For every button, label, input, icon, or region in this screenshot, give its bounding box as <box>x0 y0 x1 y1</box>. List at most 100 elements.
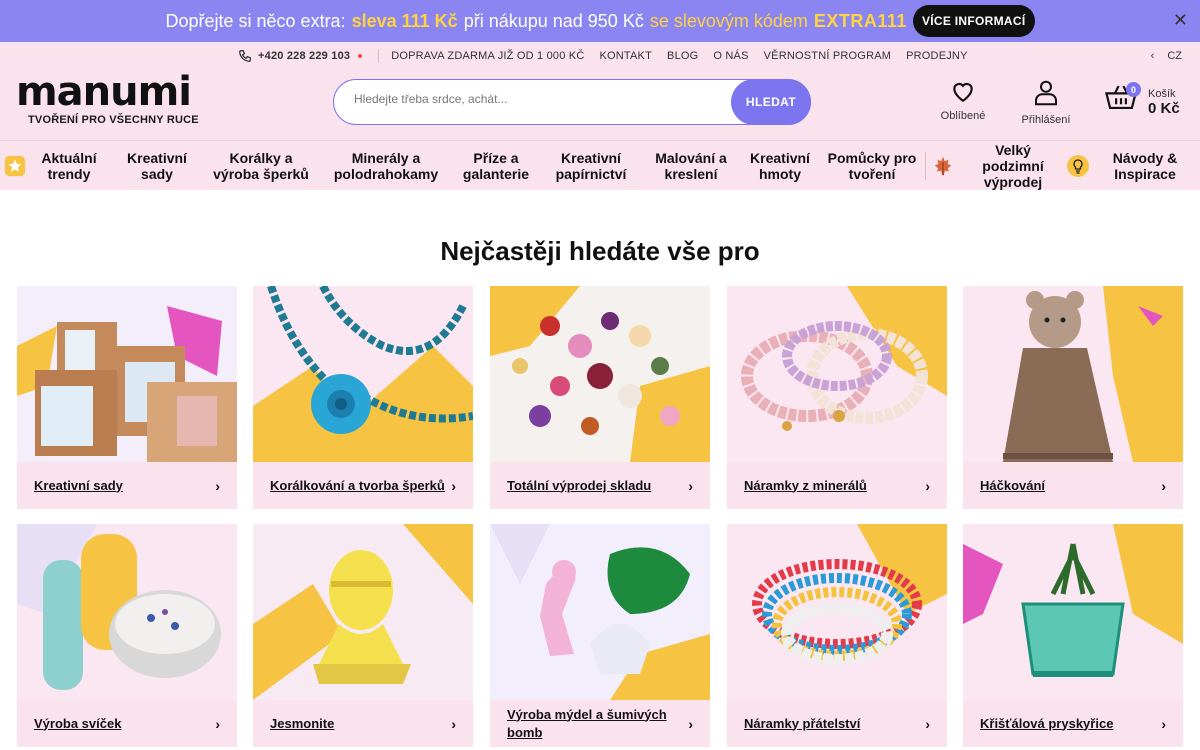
card-label: Kreativní sady <box>34 477 123 493</box>
cart-label: Košík <box>1148 88 1176 100</box>
category-modeling[interactable]: Kreativní hmoty <box>738 141 822 191</box>
search-bar: HLEDAT <box>333 79 811 125</box>
category-card[interactable]: Korálkování a tvorba šperků › <box>253 286 473 509</box>
phone-link[interactable]: +420 228 229 103 <box>238 49 350 63</box>
card-caption[interactable]: Háčkování › <box>963 462 1183 509</box>
status-dot <box>358 54 363 58</box>
soap-shapes-image <box>490 524 710 700</box>
promo-bar: Dopřejte si něco extra: sleva 111 Kč při… <box>0 0 1200 42</box>
divider <box>924 151 926 180</box>
nav-link-about[interactable]: O NÁS <box>713 50 748 62</box>
category-tools[interactable]: Pomůcky pro tvoření <box>822 141 922 191</box>
category-stationery[interactable]: Kreativní papírnictví <box>538 141 644 191</box>
category-card[interactable]: Náramky přátelství › <box>727 524 947 747</box>
card-label: Korálkování a tvorba šperků <box>270 477 445 493</box>
close-icon[interactable]: ✕ <box>1173 10 1188 31</box>
search-button[interactable]: HLEDAT <box>731 79 811 125</box>
category-guides[interactable]: Návody & Inspirace <box>1062 141 1194 191</box>
favorites-link[interactable]: Oblíbené <box>936 78 990 122</box>
nav-link-stores[interactable]: PRODEJNY <box>906 50 968 62</box>
category-card[interactable]: Háčkování › <box>963 286 1183 509</box>
login-link[interactable]: Přihlášení <box>1018 78 1074 126</box>
chevron-right-icon: › <box>688 715 693 732</box>
logo-wordmark: manumi <box>16 69 192 115</box>
heart-icon <box>953 82 973 103</box>
site-logo[interactable]: manumi TVOŘENÍ PRO VŠECHNY RUCE <box>16 72 199 126</box>
nav-link-blog[interactable]: BLOG <box>667 50 698 62</box>
category-painting[interactable]: Malování a kreslení <box>644 141 738 191</box>
chevron-right-icon: › <box>688 477 693 494</box>
category-creative-kits[interactable]: Kreativní sady <box>110 141 204 191</box>
category-yarn[interactable]: Příze a galanterie <box>454 141 538 191</box>
category-card[interactable]: Totální výprodej skladu › <box>490 286 710 509</box>
promo-code: EXTRA111 <box>813 10 907 31</box>
chevron-right-icon: › <box>215 477 220 494</box>
nav-link-shipping[interactable]: DOPRAVA ZDARMA JIŽ OD 1 000 KČ <box>391 50 584 62</box>
category-label: Korálky a výroba šperků <box>213 149 309 182</box>
more-info-button[interactable]: VÍCE INFORMACÍ <box>912 5 1035 37</box>
cart-link[interactable]: 0 Košík 0 Kč <box>1104 82 1180 117</box>
category-card[interactable]: Výroba svíček › <box>17 524 237 747</box>
card-caption[interactable]: Výroba svíček › <box>17 700 237 747</box>
category-card[interactable]: Náramky z minerálů › <box>727 286 947 509</box>
category-card[interactable]: Výroba mýdel a šumivých bomb › <box>490 524 710 747</box>
category-trends[interactable]: Aktuální trendy <box>0 141 110 191</box>
card-caption[interactable]: Jesmonite › <box>253 700 473 747</box>
autumn-leaf-icon <box>932 154 954 178</box>
cart-count-badge: 0 <box>1126 82 1141 97</box>
chevron-right-icon: › <box>451 715 456 732</box>
card-caption[interactable]: Náramky z minerálů › <box>727 462 947 509</box>
jesmonite-bust-image <box>253 524 473 700</box>
category-beads[interactable]: Korálky a výroba šperků <box>204 141 318 191</box>
chevron-right-icon: › <box>1161 715 1166 732</box>
star-badge-icon <box>4 155 26 177</box>
chevron-right-icon: › <box>215 715 220 732</box>
category-card[interactable]: Křišťálová pryskyřice › <box>963 524 1183 747</box>
promo-text: Dopřejte si něco extra: <box>165 10 346 31</box>
mineral-bracelets-image <box>727 286 947 462</box>
phone-number: +420 228 229 103 <box>258 50 351 62</box>
section-title: Nejčastěji hledáte vše pro <box>440 236 760 266</box>
category-card[interactable]: Kreativní sady › <box>17 286 237 509</box>
chevron-right-icon: › <box>1161 477 1166 494</box>
card-caption[interactable]: Náramky přátelství › <box>727 700 947 747</box>
lightbulb-icon <box>1066 154 1090 178</box>
language-switcher[interactable]: ‹ CZ <box>1151 50 1182 62</box>
user-icon <box>1035 80 1057 106</box>
nav-link-loyalty[interactable]: VĚRNOSTNÍ PROGRAM <box>764 50 891 62</box>
logo-tagline: TVOŘENÍ PRO VŠECHNY RUCE <box>28 114 199 126</box>
nav-link-contact[interactable]: KONTAKT <box>599 50 652 62</box>
card-label: Totální výprodej skladu <box>507 477 652 493</box>
category-minerals[interactable]: Minerály a polodrahokamy <box>318 141 454 191</box>
card-label: Jesmonite <box>270 715 335 731</box>
category-label: Minerály a polodrahokamy <box>333 149 439 182</box>
divider <box>378 49 380 63</box>
chevron-right-icon: › <box>925 477 930 494</box>
site-header: +420 228 229 103 DOPRAVA ZDARMA JIŽ OD 1… <box>0 42 1200 140</box>
category-label: Kreativní sady <box>127 149 187 182</box>
chevron-right-icon: › <box>451 477 456 494</box>
resin-planter-image <box>963 524 1183 700</box>
candles-image <box>17 524 237 700</box>
language-label: CZ <box>1167 50 1182 62</box>
category-card[interactable]: Jesmonite › <box>253 524 473 747</box>
search-input[interactable] <box>354 92 724 106</box>
category-autumn-sale[interactable]: Velký podzimní výprodej <box>928 141 1062 191</box>
card-label: Výroba svíček <box>34 715 122 731</box>
favorites-label: Oblíbené <box>940 110 986 122</box>
category-nav: Aktuální trendy Kreativní sady Korálky a… <box>0 140 1200 190</box>
card-caption[interactable]: Výroba mýdel a šumivých bomb › <box>490 700 710 747</box>
category-label: Kreativní papírnictví <box>555 149 627 182</box>
promo-condition: při nákupu nad 950 Kč <box>463 10 644 31</box>
glass-beads-image <box>490 286 710 462</box>
card-label: Náramky přátelství <box>744 715 861 731</box>
card-caption[interactable]: Totální výprodej skladu › <box>490 462 710 509</box>
friendship-bracelets-image <box>727 524 947 700</box>
card-caption[interactable]: Korálkování a tvorba šperků › <box>253 462 473 509</box>
chevron-right-icon: › <box>925 715 930 732</box>
card-caption[interactable]: Kreativní sady › <box>17 462 237 509</box>
crochet-bear-image <box>963 286 1183 462</box>
card-label: Háčkování <box>980 477 1046 493</box>
card-caption[interactable]: Křišťálová pryskyřice › <box>963 700 1183 747</box>
category-label: Aktuální trendy <box>41 149 97 182</box>
